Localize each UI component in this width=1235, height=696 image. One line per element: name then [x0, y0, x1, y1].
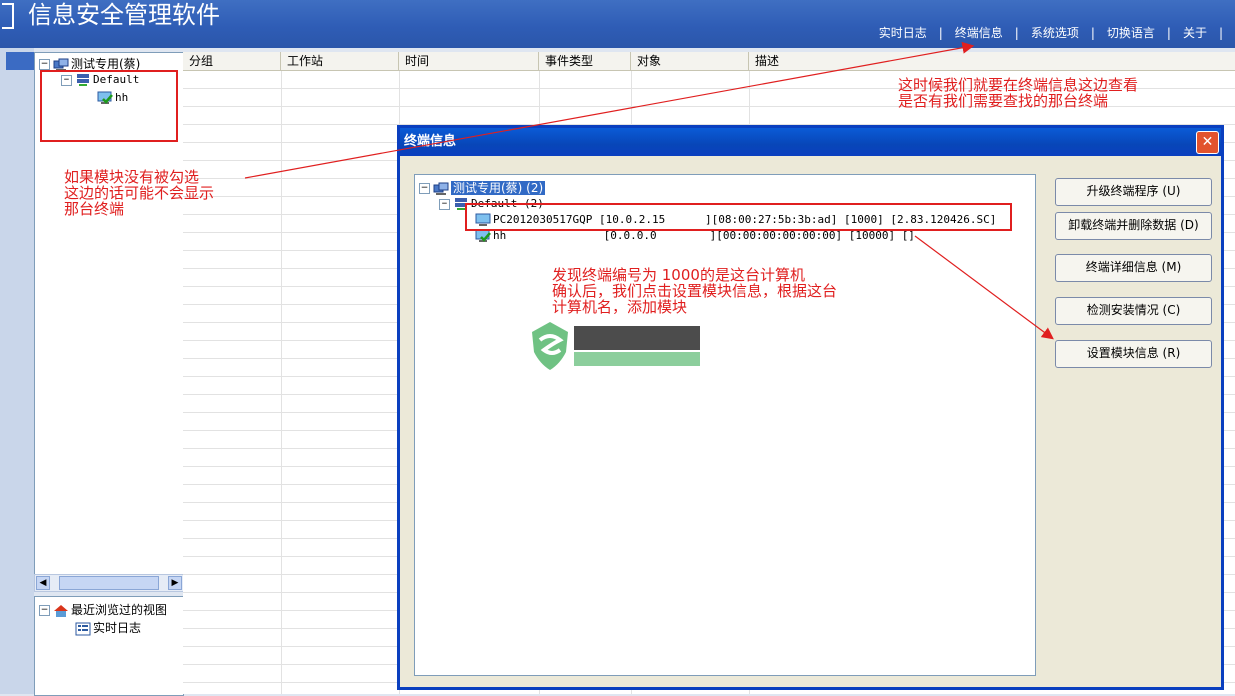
dialog-terminal-tree: − 测试专用(蔡) (2) − Default (2) PC2012030517GQ…	[414, 174, 1036, 676]
nav-separator: |	[1014, 26, 1019, 40]
scroll-left-icon[interactable]: ◀	[36, 576, 50, 590]
nav-about[interactable]: 关于	[1177, 26, 1213, 40]
set-module-info-button[interactable]: 设置模块信息 (R)	[1055, 340, 1212, 368]
check-install-button[interactable]: 检测安装情况 (C)	[1055, 297, 1212, 325]
dialog-title-bar[interactable]: 终端信息	[400, 128, 1221, 156]
uninstall-terminal-button[interactable]: 卸载终端并删除数据 (D)	[1055, 212, 1212, 240]
scroll-right-icon[interactable]: ▶	[168, 576, 182, 590]
annotation-top-right-line1: 这时候我们就要在终端信息这边查看	[898, 76, 1139, 94]
terminal-details-button[interactable]: 终端详细信息 (M)	[1055, 254, 1212, 282]
grid-header: 分组 工作站 时间 事件类型 对象 描述	[183, 52, 1235, 71]
annotation-box-left-tree	[40, 70, 178, 142]
recent-views-node[interactable]: − 最近浏览过的视图	[39, 601, 167, 618]
annotation-box-terminal-row	[465, 203, 1012, 231]
annotation-left-line3: 那台终端	[64, 200, 125, 218]
column-group[interactable]: 分组	[183, 52, 281, 70]
column-object[interactable]: 对象	[631, 52, 749, 70]
left-strip	[0, 48, 34, 694]
left-strip-tab[interactable]	[6, 52, 34, 70]
nav-separator: |	[1166, 26, 1171, 40]
annotation-left-line2: 这边的话可能不会显示	[64, 184, 215, 202]
scroll-thumb[interactable]	[59, 576, 159, 590]
annotation-left-line1: 如果模块没有被勾选	[64, 168, 200, 186]
column-time[interactable]: 时间	[399, 52, 539, 70]
column-description[interactable]: 描述	[749, 52, 1235, 70]
nav-system-options[interactable]: 系统选项	[1025, 26, 1085, 40]
dialog-title: 终端信息	[404, 134, 457, 149]
collapse-icon[interactable]: −	[419, 183, 430, 194]
nav-separator: |	[938, 26, 943, 40]
annotation-top-right-line2: 是否有我们需要查找的那台终端	[898, 92, 1109, 110]
nav-realtime-log[interactable]: 实时日志	[873, 26, 933, 40]
nav-switch-language[interactable]: 切换语言	[1101, 26, 1161, 40]
app-icon	[2, 3, 14, 29]
collapse-icon[interactable]: −	[439, 198, 450, 210]
log-list-icon	[75, 622, 91, 635]
annotation-center-line2: 确认后，我们点击设置模块信息，根据这台	[552, 282, 838, 300]
app-title-bar: 信息安全管理软件 实时日志 | 终端信息 | 系统选项 | 切换语言 | 关于 |	[0, 0, 1235, 48]
collapse-icon[interactable]: −	[39, 605, 50, 616]
app-title: 信息安全管理软件	[0, 0, 220, 30]
recent-views-label: 最近浏览过的视图	[71, 603, 168, 617]
annotation-center-line1: 发现终端编号为 1000的是这台计算机	[552, 266, 805, 284]
watermark-logo-icon	[532, 322, 700, 370]
nav-terminal-info[interactable]: 终端信息	[949, 26, 1009, 40]
nav-separator: |	[1218, 26, 1223, 40]
column-workstation[interactable]: 工作站	[281, 52, 399, 70]
recent-item-realtime-log[interactable]: 实时日志	[75, 619, 141, 636]
terminal-row-hh[interactable]: hh [0.0.0.0][00:00:00:00:00:00] [10000] …	[475, 229, 915, 243]
app-title-text: 信息安全管理软件	[28, 1, 220, 29]
dialog-tree-root-label: 测试专用(蔡) (2)	[451, 181, 546, 195]
recent-views-pane: − 最近浏览过的视图 实时日志	[34, 596, 184, 696]
column-event-type[interactable]: 事件类型	[539, 52, 631, 70]
terminal-ok-icon	[475, 229, 491, 242]
top-nav: 实时日志 | 终端信息 | 系统选项 | 切换语言 | 关于 |	[873, 24, 1229, 41]
recent-item-label: 实时日志	[93, 621, 142, 635]
upgrade-terminal-button[interactable]: 升级终端程序 (U)	[1055, 178, 1212, 206]
close-icon[interactable]: ✕	[1196, 131, 1219, 154]
dialog-tree-root[interactable]: − 测试专用(蔡) (2)	[419, 179, 546, 196]
tree-horizontal-scrollbar[interactable]: ◀ ▶	[34, 574, 184, 592]
collapse-icon[interactable]: −	[39, 59, 50, 70]
grid-divider	[281, 71, 282, 694]
nav-separator: |	[1090, 26, 1095, 40]
annotation-center-line3: 计算机名，添加模块	[552, 298, 688, 316]
network-group-icon	[433, 182, 449, 195]
home-icon	[54, 604, 68, 617]
tree-root-label: 测试专用(蔡)	[71, 57, 141, 71]
